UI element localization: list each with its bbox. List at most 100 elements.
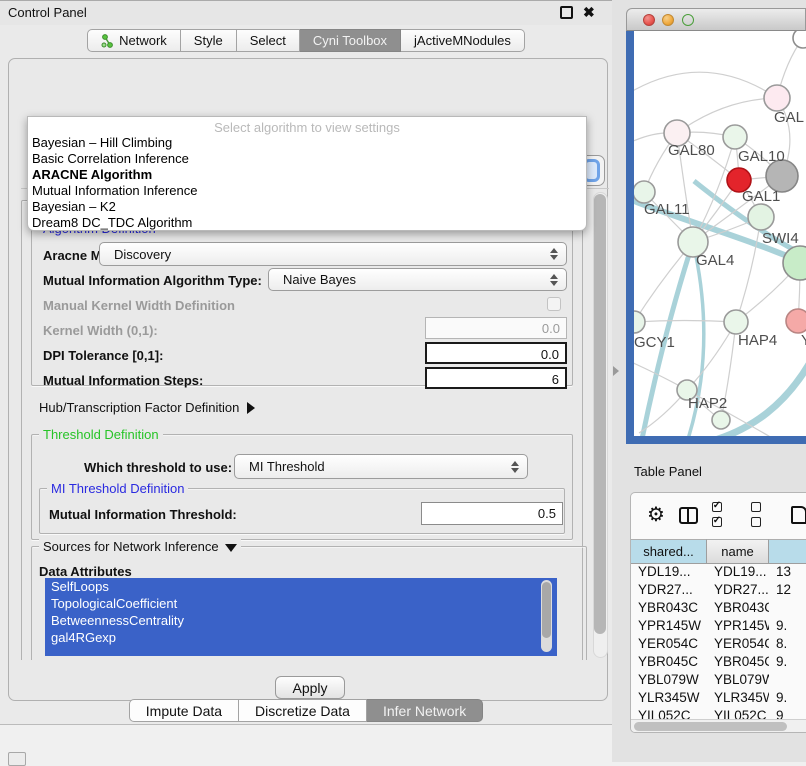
group-title: MI Threshold Definition: [47, 481, 188, 496]
close-traffic-light[interactable]: [643, 14, 655, 26]
close-icon[interactable]: ✖: [583, 4, 595, 21]
algorithm-option[interactable]: ARACNE Algorithm: [28, 167, 586, 183]
network-node[interactable]: [748, 204, 774, 230]
dpi-tolerance-field[interactable]: 0.0: [425, 342, 567, 364]
network-node[interactable]: [764, 85, 790, 111]
network-node[interactable]: [793, 31, 806, 48]
table-cell: YBR045C: [707, 654, 769, 672]
settings-vscrollbar-thumb[interactable]: [594, 194, 606, 634]
tab-jactivemnodules[interactable]: jActiveMNodules: [401, 29, 525, 52]
table-row[interactable]: YLR345WYLR345W9.: [631, 690, 806, 708]
network-node[interactable]: [786, 309, 806, 333]
hub-definition-toggle[interactable]: Hub/Transcription Factor Definition: [39, 400, 255, 415]
table-panel: ⚙ shared...name YDL19...YDL19...13YDR27.…: [630, 492, 806, 733]
network-node[interactable]: [724, 310, 748, 334]
network-window-body: GALGAL80GAL10GAL1GAL11SWI4GAL4GCY1HAP4YH…: [626, 31, 806, 444]
export-table-icon[interactable]: [791, 506, 806, 524]
table-row[interactable]: YBL079WYBL079W: [631, 672, 806, 690]
node-label-gal4: GAL4: [696, 252, 734, 269]
attributes-scrollbar[interactable]: [541, 580, 552, 652]
splitter-collapse-icon[interactable]: [613, 366, 619, 376]
tab-style[interactable]: Style: [181, 29, 237, 52]
deselect-all-checks-icon[interactable]: [751, 500, 777, 530]
tab-impute-data[interactable]: Impute Data: [129, 699, 239, 722]
chevron-updown-icon: [544, 248, 564, 260]
attribute-item[interactable]: SelfLoops: [45, 578, 557, 595]
which-threshold-label: Which threshold to use:: [84, 460, 232, 475]
manual-kernel-checkbox[interactable]: [547, 297, 561, 311]
algorithm-dropdown-list: Select algorithm to view settings Bayesi…: [27, 116, 587, 231]
algorithm-option[interactable]: Bayesian – K2: [28, 199, 586, 215]
network-node[interactable]: [712, 411, 730, 429]
mi-steps-field[interactable]: 6: [425, 367, 567, 389]
table-cell: YBR043C: [631, 600, 707, 618]
mi-type-combo[interactable]: Naive Bayes: [268, 268, 567, 291]
tab-network[interactable]: Network: [87, 29, 181, 52]
table-cell: YPR145W: [707, 618, 769, 636]
zoom-traffic-light[interactable]: [682, 14, 694, 26]
algorithm-option[interactable]: Basic Correlation Inference: [28, 151, 586, 167]
combo-value: MI Threshold: [235, 459, 505, 474]
column-header[interactable]: [769, 539, 806, 564]
table-row[interactable]: YBR043CYBR043C: [631, 600, 806, 618]
network-window-titlebar[interactable]: [626, 8, 806, 31]
gear-icon[interactable]: ⚙: [647, 505, 665, 525]
data-attributes-label: Data Attributes: [39, 564, 132, 579]
node-label-gal1: GAL1: [742, 188, 780, 205]
control-panel-window: Control Panel ✖ NetworkStyleSelectCyni T…: [0, 0, 612, 725]
table-hscrollbar[interactable]: [631, 719, 806, 733]
table-row[interactable]: YDR27...YDR27...12: [631, 582, 806, 600]
apply-button[interactable]: Apply: [275, 676, 345, 699]
network-node[interactable]: [634, 181, 655, 203]
minimize-traffic-light[interactable]: [662, 14, 674, 26]
mi-steps-label: Mutual Information Steps:: [43, 373, 203, 388]
network-node[interactable]: [723, 125, 747, 149]
network-node[interactable]: [783, 246, 806, 280]
algorithm-option[interactable]: Dream8 DC_TDC Algorithm: [28, 215, 586, 231]
tab-discretize-data[interactable]: Discretize Data: [239, 699, 367, 722]
kernel-width-label: Kernel Width (0,1):: [43, 323, 158, 338]
table-hscrollbar-thumb[interactable]: [634, 722, 787, 731]
which-threshold-combo[interactable]: MI Threshold: [234, 454, 528, 479]
node-label-gal: GAL: [774, 109, 804, 126]
table-cell: YBL079W: [631, 672, 707, 690]
table-cell: YER054C: [707, 636, 769, 654]
attribute-item[interactable]: TopologicalCoefficient: [45, 595, 557, 612]
table-row[interactable]: YBR045CYBR045C9.: [631, 654, 806, 672]
table-row[interactable]: YDL19...YDL19...13: [631, 564, 806, 582]
float-window-icon[interactable]: [560, 6, 573, 19]
algorithm-option[interactable]: Bayesian – Hill Climbing: [28, 135, 586, 151]
sources-toggle[interactable]: Sources for Network Inference: [39, 539, 241, 554]
column-header[interactable]: name: [707, 539, 769, 564]
network-node[interactable]: [634, 311, 645, 333]
corner-widget[interactable]: [8, 752, 26, 766]
chevron-updown-icon: [544, 274, 564, 286]
algorithm-option[interactable]: Mutual Information Inference: [28, 183, 586, 199]
table-cell: YBL079W: [707, 672, 769, 690]
table-cell: 12: [769, 582, 806, 600]
attribute-item[interactable]: gal4RGexp: [45, 629, 557, 646]
attribute-item[interactable]: BetweennessCentrality: [45, 612, 557, 629]
network-edge: [634, 72, 777, 98]
table-cell: YLR345W: [631, 690, 707, 708]
tab-label: jActiveMNodules: [414, 33, 511, 48]
table-cell: 8.: [769, 636, 806, 654]
mi-threshold-field[interactable]: 0.5: [421, 502, 563, 525]
table-cell: 9.: [769, 618, 806, 636]
node-label-y: Y: [801, 332, 806, 349]
kernel-width-field[interactable]: 0.0: [425, 317, 567, 339]
select-all-checks-icon[interactable]: [712, 500, 738, 530]
combo-value: Discovery: [100, 247, 544, 262]
table-cell: [769, 600, 806, 618]
tab-select[interactable]: Select: [237, 29, 300, 52]
split-columns-icon[interactable]: [679, 507, 698, 524]
tab-infer-network[interactable]: Infer Network: [367, 699, 483, 722]
aracne-mode-combo[interactable]: Discovery: [99, 242, 567, 266]
table-cell: YDL19...: [631, 564, 707, 582]
column-header[interactable]: shared...: [631, 539, 707, 564]
tab-cyni-toolbox[interactable]: Cyni Toolbox: [300, 29, 401, 52]
table-row[interactable]: YPR145WYPR145W9.: [631, 618, 806, 636]
table-row[interactable]: YER054CYER054C8.: [631, 636, 806, 654]
network-canvas[interactable]: GALGAL80GAL10GAL1GAL11SWI4GAL4GCY1HAP4YH…: [634, 31, 806, 436]
table-cell: YPR145W: [631, 618, 707, 636]
